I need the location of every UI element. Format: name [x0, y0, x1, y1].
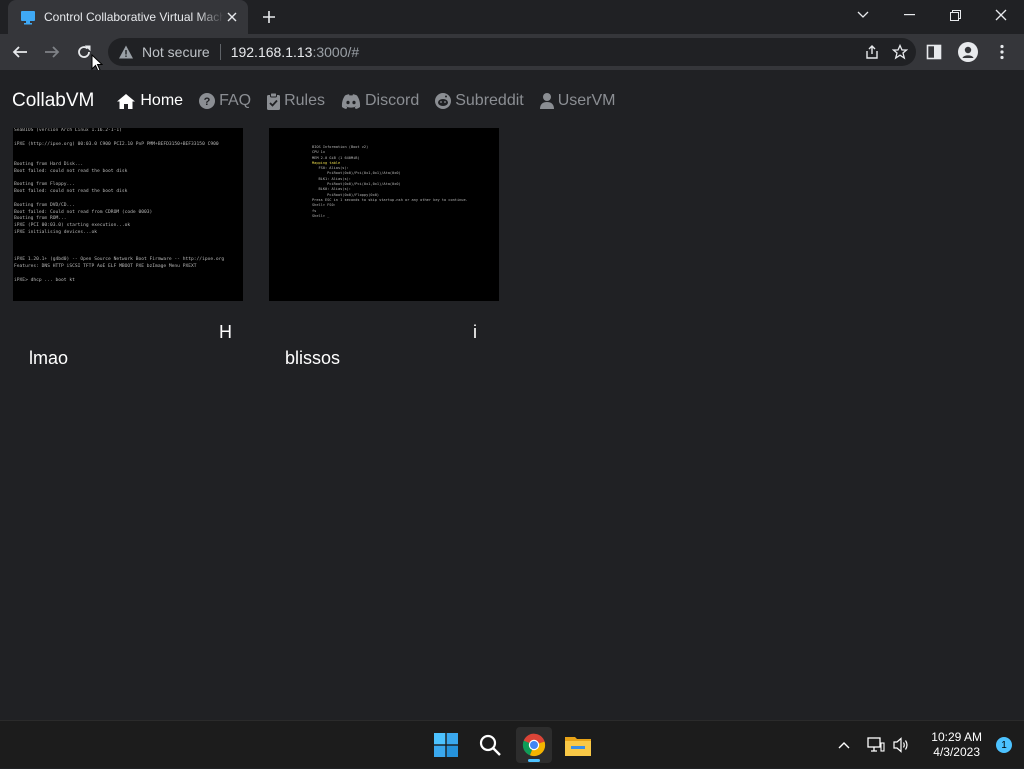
vm-screen-line: Shell> _ — [312, 213, 330, 218]
vm-overlay-char: i — [473, 322, 477, 342]
kebab-menu-icon[interactable] — [986, 36, 1018, 68]
vm-screen-line: Boot failed: could not read the boot dis… — [14, 168, 128, 174]
vm-screenshot[interactable]: SeaBIOS (version Arch Linux 1.16.2-1-1) … — [13, 128, 243, 301]
site-brand[interactable]: CollabVM — [12, 90, 94, 112]
vm-screen-line — [14, 155, 224, 162]
discord-icon — [341, 93, 361, 109]
user-icon — [539, 93, 554, 109]
windows-taskbar: 10:29 AM 4/3/2023 1 — [0, 720, 1024, 768]
nav-home-label: Home — [140, 92, 184, 109]
nav-faq-label: FAQ — [219, 92, 252, 109]
file-explorer-icon[interactable] — [560, 727, 596, 763]
vm-card[interactable]: BIOS Information (Boot v2) CPU 1x MEM 2.0 … — [269, 128, 499, 368]
page-content: CollabVM Home ? FAQ Rules Discord Subred… — [0, 70, 1024, 720]
chrome-icon[interactable] — [516, 727, 552, 763]
nav-discord-label: Discord — [364, 92, 420, 109]
nav-rules-label: Rules — [284, 92, 325, 109]
notification-badge[interactable]: 1 — [996, 737, 1012, 753]
address-bar[interactable]: Not secure 192.168.1.13:3000/# — [108, 38, 916, 66]
vm-screen-text: SeaBIOS (version Arch Linux 1.16.2-1-1) … — [14, 128, 224, 284]
minimize-icon[interactable] — [886, 0, 932, 30]
vm-name[interactable]: lmao — [29, 348, 68, 369]
url-host[interactable]: 192.168.1.13 — [231, 44, 313, 60]
url-path[interactable]: :3000/# — [312, 44, 359, 60]
vm-screen-line — [14, 135, 224, 142]
nav-subreddit[interactable]: Subreddit — [435, 92, 524, 110]
side-panel-icon[interactable] — [918, 36, 950, 68]
vm-screen-line: iPXE (PCI 00:03.0) starting execution...… — [14, 223, 131, 229]
system-tray: 10:29 AM 4/3/2023 1 — [833, 721, 1024, 769]
nav-subreddit-label: Subreddit — [455, 92, 524, 109]
share-icon[interactable] — [862, 42, 882, 62]
vm-screen-line: Boot failed: could not read the boot dis… — [14, 189, 128, 195]
nav-uservm-label: UserVM — [557, 92, 616, 109]
forward-arrow-icon[interactable] — [36, 36, 68, 68]
clipboard-check-icon — [267, 92, 281, 110]
nav-home[interactable]: Home — [116, 92, 183, 110]
vm-screen-text: BIOS Information (Boot v2) CPU 1x MEM 2.0 … — [312, 145, 468, 219]
close-icon[interactable] — [224, 9, 240, 25]
home-icon — [116, 93, 136, 110]
vm-screenshot[interactable]: BIOS Information (Boot v2) CPU 1x MEM 2.0 … — [269, 128, 499, 301]
vm-screen-line: iPXE (http://ipxe.org) 00:03.0 C900 PCI2… — [14, 141, 219, 147]
network-icon[interactable] — [865, 734, 887, 756]
vm-screen-line: iPXE initialising devices...ok — [14, 229, 97, 235]
vm-screen-line — [14, 196, 224, 203]
vm-screen-line: Features: DNS HTTP iSCSI TFTP AoE ELF MB… — [14, 263, 197, 269]
reddit-icon — [435, 93, 452, 109]
active-app-indicator — [528, 759, 540, 762]
close-window-icon[interactable] — [978, 0, 1024, 30]
chevron-up-icon[interactable] — [833, 734, 855, 756]
warning-icon[interactable] — [118, 44, 134, 60]
volume-icon[interactable] — [891, 734, 913, 756]
restore-icon[interactable] — [932, 0, 978, 30]
vm-name[interactable]: blissos — [285, 348, 340, 369]
browser-tabstrip: Control Collaborative Virtual Machines! — [0, 0, 1024, 34]
vm-screen-line — [14, 244, 224, 251]
window-controls — [840, 0, 1024, 30]
taskbar-clock[interactable]: 10:29 AM 4/3/2023 — [931, 730, 982, 760]
clock-date: 4/3/2023 — [933, 745, 980, 759]
vm-screen-line: iPXE> dhcp ... boot kt — [14, 277, 75, 283]
star-icon[interactable] — [890, 42, 910, 62]
search-icon[interactable] — [472, 727, 508, 763]
clock-time: 10:29 AM — [931, 730, 982, 744]
windows-start-icon[interactable] — [428, 727, 464, 763]
nav-rules[interactable]: Rules — [267, 92, 325, 110]
site-navbar: CollabVM Home ? FAQ Rules Discord Subred… — [12, 88, 632, 114]
nav-faq[interactable]: ? FAQ — [199, 92, 251, 110]
vm-screen-line: iPXE 1.20.1+ (g4bd0) -- Open Source Netw… — [14, 257, 225, 263]
nav-uservm[interactable]: UserVM — [539, 92, 616, 110]
vm-screen-line: Booting from DVD/CD... — [14, 202, 75, 208]
question-circle-icon: ? — [199, 93, 216, 109]
vm-screen-line: Booting from Hard Disk... — [14, 161, 84, 167]
browser-toolbar: Not secure 192.168.1.13:3000/# — [0, 34, 1024, 70]
browser-tab[interactable]: Control Collaborative Virtual Machines! — [8, 0, 248, 34]
vm-overlay-char: H — [219, 322, 232, 342]
vm-screen-line: SeaBIOS (version Arch Linux 1.16.2-1-1) — [14, 128, 122, 133]
nav-discord[interactable]: Discord — [341, 92, 419, 110]
chevron-down-icon[interactable] — [840, 0, 886, 30]
vm-screen-line — [14, 237, 224, 244]
vm-screen-line — [14, 271, 224, 278]
tab-title: Control Collaborative Virtual Machines! — [44, 10, 224, 24]
plus-icon[interactable] — [258, 6, 280, 28]
vm-screen-line — [14, 148, 224, 155]
profile-icon[interactable] — [952, 36, 984, 68]
vm-card[interactable]: SeaBIOS (version Arch Linux 1.16.2-1-1) … — [13, 128, 243, 368]
back-arrow-icon[interactable] — [4, 36, 36, 68]
divider — [219, 44, 221, 60]
security-status[interactable]: Not secure — [142, 44, 210, 60]
svg-text:?: ? — [204, 96, 211, 108]
computer-favicon-icon — [20, 9, 36, 25]
